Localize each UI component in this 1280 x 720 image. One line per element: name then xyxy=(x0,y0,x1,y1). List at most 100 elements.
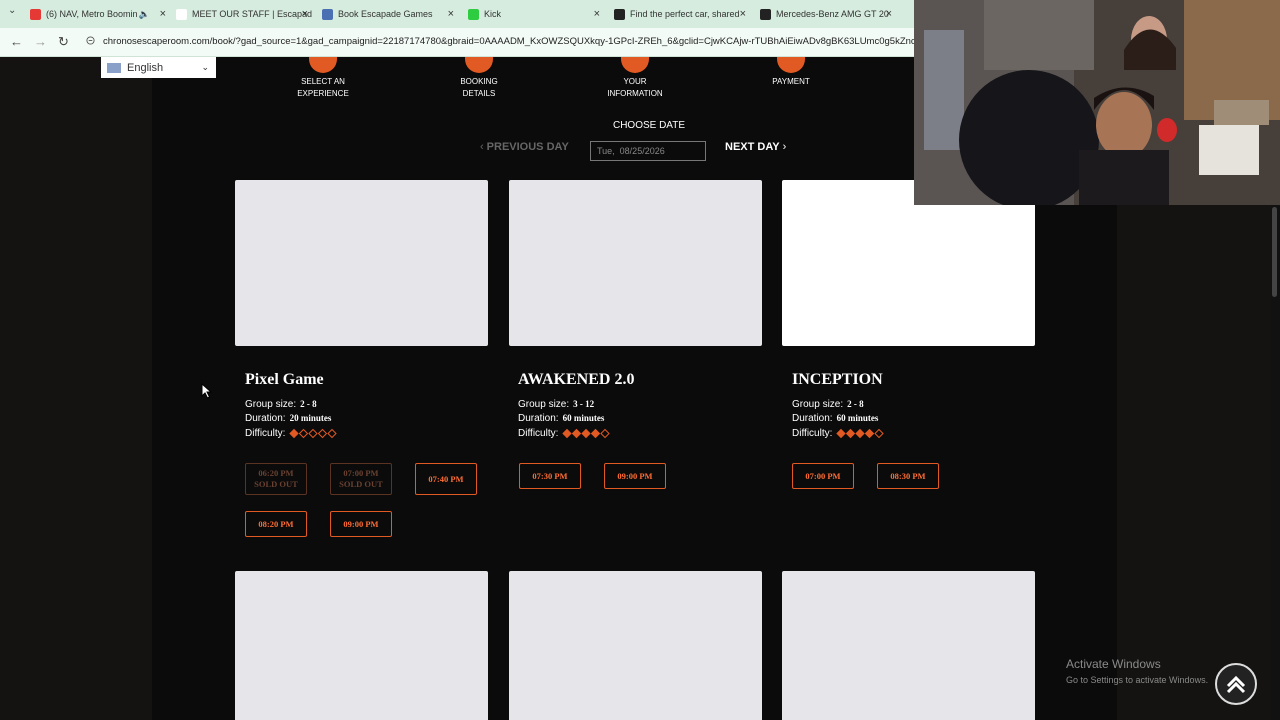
tab-mercedes[interactable]: Mercedes-Benz AMG GT 20 × xyxy=(760,4,896,24)
date-input[interactable] xyxy=(590,141,706,161)
difficulty-meter xyxy=(562,428,611,439)
tab-title: Mercedes-Benz AMG GT 20 xyxy=(776,9,889,19)
chevron-left-icon: ‹ xyxy=(480,141,484,153)
duration: Duration: 60 minutes xyxy=(792,413,879,424)
step-label: YOUR xyxy=(623,77,647,86)
calendar-icon xyxy=(309,57,337,73)
site-info-icon[interactable] xyxy=(86,36,95,45)
difficulty-diamond-filled xyxy=(562,428,573,439)
game-image[interactable] xyxy=(509,571,762,720)
mouse-cursor-icon xyxy=(201,383,213,399)
language-selector[interactable]: English ⌄ xyxy=(101,57,216,78)
scroll-to-top-button[interactable] xyxy=(1215,663,1257,705)
previous-day-button[interactable]: ‹ PREVIOUS DAY xyxy=(480,141,569,153)
step-select-experience[interactable]: SELECT AN EXPERIENCE xyxy=(273,57,373,100)
youtube-icon xyxy=(30,8,41,20)
game-title[interactable]: INCEPTION xyxy=(792,371,883,389)
time-slot-button[interactable]: 08:20 PM xyxy=(245,511,307,537)
difficulty-meter xyxy=(836,428,885,439)
previous-day-label: PREVIOUS DAY xyxy=(486,141,569,153)
difficulty-meter xyxy=(289,428,338,439)
difficulty-diamond-filled xyxy=(846,428,856,439)
activate-windows-title: Activate Windows xyxy=(1066,657,1161,671)
game-title[interactable]: AWAKENED 2.0 xyxy=(518,371,634,389)
chevron-down-icon: ⌄ xyxy=(201,62,209,72)
chevron-right-icon: › xyxy=(782,141,787,153)
game-image-pixel[interactable] xyxy=(235,180,488,346)
reload-icon[interactable]: ↻ xyxy=(58,34,69,50)
choose-date-label: CHOOSE DATE xyxy=(612,120,686,131)
step-payment[interactable]: PAYMENT xyxy=(741,57,841,88)
difficulty: Difficulty: xyxy=(245,428,339,439)
difficulty-diamond-filled xyxy=(289,428,300,439)
time-slot-button[interactable]: 07:00 PM xyxy=(792,463,854,489)
close-icon[interactable]: × xyxy=(740,8,746,20)
close-icon[interactable]: × xyxy=(160,8,166,20)
back-icon[interactable]: ← xyxy=(10,34,23,49)
kick-icon xyxy=(468,8,479,20)
group-size: Group size: 3 - 12 xyxy=(518,399,595,410)
difficulty: Difficulty: xyxy=(518,428,612,439)
forward-icon[interactable]: → xyxy=(34,34,47,49)
step-label: EXPERIENCE xyxy=(297,89,349,98)
difficulty-diamond-filled xyxy=(855,428,866,439)
tab-escapade-staff[interactable]: MEET OUR STAFF | Escapad × xyxy=(176,4,312,24)
time-slot-button[interactable]: 09:00 PM xyxy=(330,511,392,537)
url-text: chronosescaperoom.com/book/?gad_source=1… xyxy=(103,36,916,47)
duration: Duration: 20 minutes xyxy=(245,413,332,424)
left-gutter xyxy=(0,57,152,720)
language-label: English xyxy=(127,61,164,74)
difficulty-diamond-empty xyxy=(299,428,309,439)
game-image-awakened[interactable] xyxy=(509,180,762,346)
close-icon[interactable]: × xyxy=(594,8,600,20)
next-day-button[interactable]: NEXT DAY › xyxy=(725,141,786,153)
tab-title: (6) NAV, Metro Boomin xyxy=(46,9,138,19)
game-image[interactable] xyxy=(235,571,488,720)
game-image[interactable] xyxy=(782,571,1035,720)
step-booking-details[interactable]: BOOKING DETAILS xyxy=(429,57,529,100)
difficulty: Difficulty: xyxy=(792,428,886,439)
tab-title: Kick xyxy=(484,9,502,19)
close-icon[interactable]: × xyxy=(302,8,308,20)
difficulty-diamond-empty xyxy=(600,428,611,439)
tab-search-icon[interactable]: ⌄ xyxy=(8,5,16,16)
close-icon[interactable]: × xyxy=(448,8,454,20)
difficulty-diamond-filled xyxy=(572,428,582,439)
activate-windows-notice: Activate Windows Go to Settings to activ… xyxy=(1066,657,1208,685)
tab-find-car[interactable]: Find the perfect car, shared × xyxy=(614,4,750,24)
step-label: BOOKING xyxy=(460,77,498,86)
activate-windows-hint: Go to Settings to activate Windows. xyxy=(1066,675,1209,685)
difficulty-diamond-filled xyxy=(836,428,847,439)
tab-youtube[interactable]: (6) NAV, Metro Boomin 🔈 × xyxy=(30,4,170,24)
difficulty-diamond-filled xyxy=(865,428,875,439)
time-slot-button[interactable]: 08:30 PM xyxy=(877,463,939,489)
tab-title: Book Escapade Games xyxy=(338,9,433,19)
step-label: PAYMENT xyxy=(772,77,810,86)
tab-kick[interactable]: Kick × xyxy=(468,4,604,24)
url-field[interactable]: chronosescaperoom.com/book/?gad_source=1… xyxy=(86,33,916,51)
tab-title: MEET OUR STAFF | Escapad xyxy=(192,9,312,19)
step-your-information[interactable]: YOUR INFORMATION xyxy=(585,57,685,100)
time-slot-button[interactable]: 07:30 PM xyxy=(519,463,581,489)
time-slot-button[interactable]: 09:00 PM xyxy=(604,463,666,489)
tab-title: Find the perfect car, shared xyxy=(630,9,740,19)
speaker-icon[interactable]: 🔈 xyxy=(139,9,150,20)
scrollbar-thumb[interactable] xyxy=(1272,207,1277,297)
page-icon xyxy=(322,8,333,20)
tab-book-escapade[interactable]: Book Escapade Games × xyxy=(322,4,458,24)
time-slot-button[interactable]: 07:40 PM xyxy=(415,463,477,495)
webcam-feed xyxy=(914,0,1280,205)
game-title[interactable]: Pixel Game xyxy=(245,371,324,389)
time-slot-sold-out: 06:20 PM SOLD OUT xyxy=(245,463,307,495)
close-icon[interactable]: × xyxy=(886,8,892,20)
webcam-overlay xyxy=(914,0,1280,205)
page-icon xyxy=(176,8,187,20)
difficulty-diamond-empty xyxy=(318,428,328,439)
difficulty-diamond-empty xyxy=(327,428,338,439)
next-day-label: NEXT DAY xyxy=(725,141,780,153)
booking-icon xyxy=(465,57,493,73)
difficulty-diamond-empty xyxy=(308,428,319,439)
page-icon xyxy=(760,8,771,20)
page-icon xyxy=(614,8,625,20)
difficulty-diamond-filled xyxy=(591,428,601,439)
